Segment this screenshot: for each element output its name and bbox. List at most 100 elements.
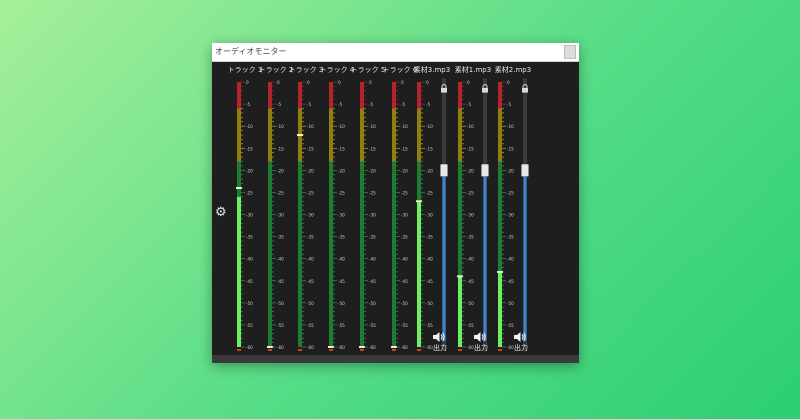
fader-knob[interactable] <box>521 164 529 177</box>
track-scale-label: -60 <box>307 345 314 350</box>
output-label: 出力 <box>474 344 488 352</box>
track-scale-label: -40 <box>338 257 345 262</box>
track-scale-label: -25 <box>307 190 314 195</box>
status-bar <box>212 355 579 363</box>
track-scale-label: -30 <box>277 213 284 218</box>
track-scale-label: -45 <box>401 279 408 284</box>
material-clip-indicator <box>417 349 421 351</box>
track-scale-label: -45 <box>246 279 253 284</box>
track-meter-red-zone <box>360 82 364 109</box>
track-meter-yellow-zone <box>237 108 241 162</box>
material-meter-red-zone <box>498 82 502 109</box>
track-meter-green-zone <box>360 161 364 347</box>
track-meter-red-zone <box>237 82 241 109</box>
track-scale-label: -5 <box>277 102 282 107</box>
track-scale-label: -55 <box>277 323 284 328</box>
track-scale-label: -20 <box>246 168 253 173</box>
track-meter-yellow-zone <box>329 108 333 162</box>
track-scale-label: -60 <box>277 345 284 350</box>
track-scale-label: -50 <box>307 301 314 306</box>
track-scale-label: -30 <box>369 213 376 218</box>
track-scale-label: -10 <box>369 124 376 129</box>
track-scale-label: -60 <box>246 345 253 350</box>
material-meter-yellow-zone <box>417 108 421 162</box>
audio-monitor-window: オーディオモニター ⚙ トラック 1 トラック 2 トラック 3 トラック 4 トラック… <box>212 43 579 363</box>
fader-fill <box>483 170 487 341</box>
track-scale-label: -5 <box>338 102 343 107</box>
material-meter-red-zone <box>417 82 421 109</box>
track-meter-red-zone <box>298 82 302 109</box>
material-clip-indicator <box>498 349 502 351</box>
track-scale-label: -40 <box>401 257 408 262</box>
material-scale-label: -20 <box>467 168 474 173</box>
track-scale-label: -55 <box>369 323 376 328</box>
window-button[interactable] <box>564 45 576 59</box>
track-scale-label: -40 <box>277 257 284 262</box>
track-scale-label: 0 <box>277 80 280 85</box>
track-clip-indicator <box>298 349 302 351</box>
window-title: オーディオモニター <box>215 47 287 56</box>
track-scale-label: -50 <box>369 301 376 306</box>
speaker-icon[interactable] <box>473 328 487 342</box>
material-scale-label: -30 <box>426 213 433 218</box>
material-scale-label: -45 <box>507 279 514 284</box>
material-scale-label: -35 <box>426 235 433 240</box>
track-scale-label: -35 <box>369 235 376 240</box>
track-scale-label: -5 <box>246 102 251 107</box>
track-scale-label: -20 <box>369 168 376 173</box>
speaker-icon[interactable] <box>432 328 446 342</box>
material-meter-level <box>417 201 421 347</box>
material-scale-label: -35 <box>467 235 474 240</box>
track-scale-label: -40 <box>307 257 314 262</box>
track-scale-label: -60 <box>401 345 408 350</box>
material-scale-label: -30 <box>467 213 474 218</box>
material-meter-level <box>498 271 502 347</box>
material-scale-label: -45 <box>426 279 433 284</box>
track-scale-label: 0 <box>401 80 404 85</box>
track-scale-label: -55 <box>307 323 314 328</box>
track-scale-label: -30 <box>307 213 314 218</box>
material-scale-label: -25 <box>507 190 514 195</box>
material-scale-label: -20 <box>426 168 433 173</box>
material-scale-label: -5 <box>426 102 431 107</box>
track-scale-label: -10 <box>338 124 345 129</box>
track-meter-yellow-zone <box>268 108 272 162</box>
track-scale-label: -35 <box>307 235 314 240</box>
output-label: 出力 <box>433 344 447 352</box>
track-scale-label: -45 <box>277 279 284 284</box>
track-scale-label: -10 <box>277 124 284 129</box>
track-scale-label: -50 <box>277 301 284 306</box>
track-scale-label: -15 <box>307 146 314 151</box>
material-scale-label: -25 <box>467 190 474 195</box>
track-meter-red-zone <box>392 82 396 109</box>
track-scale-label: -10 <box>307 124 314 129</box>
material-scale-label: -50 <box>507 301 514 306</box>
track-scale-label: -15 <box>369 146 376 151</box>
material-meter-red-zone <box>458 82 462 109</box>
track-scale-label: -15 <box>338 146 345 151</box>
material-scale-label: -10 <box>426 124 433 129</box>
track-scale-label: -45 <box>307 279 314 284</box>
lock-icon[interactable] <box>521 78 529 93</box>
material-scale-label: -10 <box>507 124 514 129</box>
track-clip-indicator <box>268 349 272 351</box>
track-scale-label: 0 <box>338 80 341 85</box>
track-meter-green-zone <box>298 161 302 347</box>
track-meter-level <box>237 196 241 347</box>
lock-icon[interactable] <box>440 78 448 93</box>
lock-icon[interactable] <box>481 78 489 93</box>
track-scale-label: -25 <box>401 190 408 195</box>
track-scale-label: -35 <box>277 235 284 240</box>
material-scale-label: 0 <box>467 80 470 85</box>
material-scale-label: -50 <box>467 301 474 306</box>
fader-knob[interactable] <box>481 164 489 177</box>
track-scale-label: -60 <box>338 345 345 350</box>
material-scale-label: -40 <box>426 257 433 262</box>
track-scale-label: -55 <box>401 323 408 328</box>
title-bar[interactable]: オーディオモニター <box>212 43 579 62</box>
material-meter-level <box>458 276 462 347</box>
fader-knob[interactable] <box>440 164 448 177</box>
speaker-icon[interactable] <box>513 328 527 342</box>
track-scale-label: -20 <box>307 168 314 173</box>
track-scale-label: -50 <box>246 301 253 306</box>
